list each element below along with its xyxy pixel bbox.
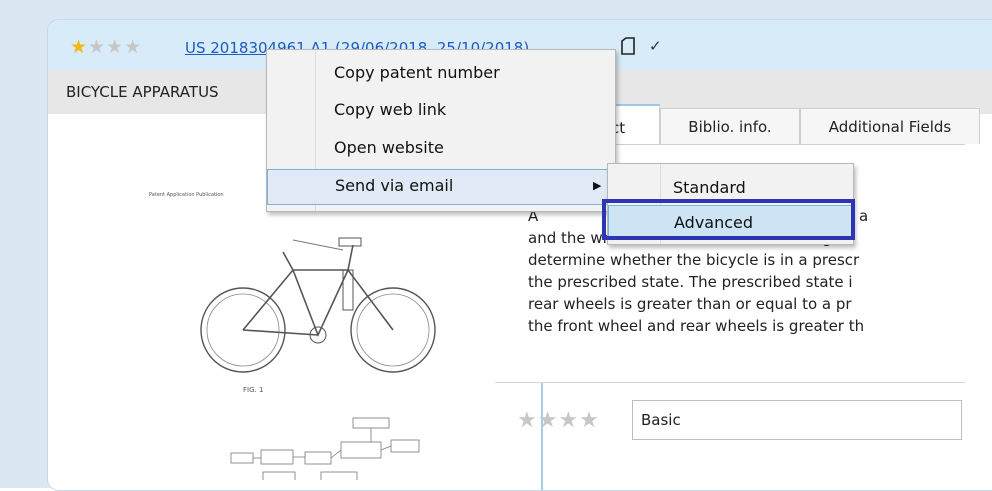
submenu-item-label: Standard: [673, 178, 746, 197]
svg-text:FIG. 1: FIG. 1: [243, 386, 263, 394]
menu-item-send-via-email[interactable]: Send via email ▶: [267, 169, 615, 205]
submenu-item-label: Advanced: [674, 213, 754, 232]
menu-item-label: Copy web link: [334, 100, 447, 119]
submenu-item-standard[interactable]: Standard: [608, 170, 853, 204]
document-icon[interactable]: [621, 37, 635, 59]
email-submenu: Standard Advanced: [607, 163, 854, 245]
abstract-line: the prescribed state. The prescribed sta…: [528, 273, 853, 291]
submenu-arrow-icon: ▶: [593, 179, 602, 192]
rating-stars-header[interactable]: ★★★★: [70, 36, 142, 58]
patent-title: BICYCLE APPARATUS: [66, 83, 219, 101]
menu-item-label: Open website: [334, 138, 444, 157]
menu-item-label: Send via email: [335, 176, 454, 195]
submenu-item-advanced[interactable]: Advanced: [608, 205, 853, 239]
abstract-line: rear wheels is greater than or equal to …: [528, 295, 852, 313]
abstract-line: the front wheel and rear wheels is great…: [528, 317, 865, 335]
tab-biblio-info[interactable]: Biblio. info.: [660, 108, 800, 144]
star-filled-icon[interactable]: ★: [70, 36, 88, 58]
menu-item-open-website[interactable]: Open website: [267, 131, 615, 167]
menu-item-copy-patent-number[interactable]: Copy patent number: [267, 56, 615, 92]
menu-item-copy-web-link[interactable]: Copy web link: [267, 93, 615, 129]
svg-text:Patent Application Publication: Patent Application Publication: [149, 192, 224, 198]
tab-additional-fields[interactable]: Additional Fields: [800, 108, 980, 144]
classification-field[interactable]: Basic: [632, 400, 962, 440]
context-menu: Copy patent number Copy web link Open we…: [266, 49, 616, 212]
tab-biblio-label: Biblio. info.: [688, 118, 772, 136]
tab-additional-label: Additional Fields: [828, 118, 952, 136]
star-empty-icon[interactable]: ★★★: [88, 36, 142, 58]
menu-item-label: Copy patent number: [334, 63, 500, 82]
rating-stars[interactable]: ★★★★: [517, 408, 600, 433]
bottom-separator: [495, 382, 965, 383]
abstract-line: determine whether the bicycle is in a pr…: [528, 251, 860, 269]
check-icon[interactable]: ✓: [649, 37, 662, 55]
